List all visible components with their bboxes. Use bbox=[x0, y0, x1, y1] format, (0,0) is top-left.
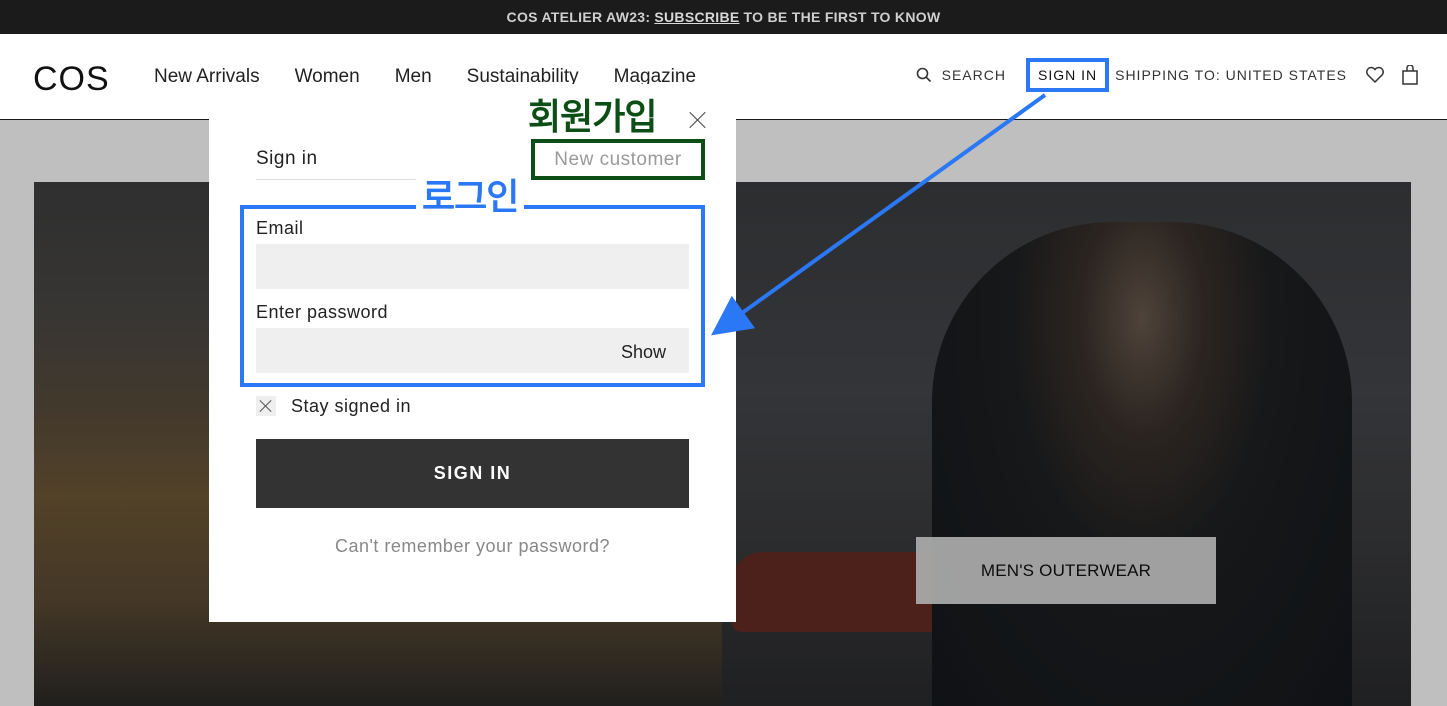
promo-text-after: TO BE THE FIRST TO KNOW bbox=[743, 9, 941, 25]
password-label: Enter password bbox=[256, 302, 389, 322]
signin-submit-button[interactable]: SIGN IN bbox=[256, 439, 689, 508]
close-icon[interactable] bbox=[689, 111, 707, 129]
email-label: Email bbox=[256, 218, 304, 238]
tab-new-customer[interactable]: New customer bbox=[531, 139, 705, 180]
shipping-selector[interactable]: SHIPPING TO: UNITED STATES bbox=[1115, 67, 1347, 83]
stay-signed-in-label[interactable]: Stay signed in bbox=[291, 396, 411, 417]
header-utilities: SEARCH SIGN IN SHIPPING TO: UNITED STATE… bbox=[916, 58, 1419, 92]
password-field[interactable]: Show bbox=[256, 328, 689, 373]
promo-bar: COS ATELIER AW23: SUBSCRIBE TO BE THE FI… bbox=[0, 0, 1447, 34]
annotation-signup-label: 회원가입 bbox=[528, 96, 657, 137]
show-password-toggle[interactable]: Show bbox=[621, 342, 666, 363]
bag-icon[interactable] bbox=[1401, 65, 1419, 85]
forgot-password-link[interactable]: Can't remember your password? bbox=[256, 536, 689, 557]
email-field[interactable] bbox=[256, 244, 689, 289]
promo-subscribe-link[interactable]: SUBSCRIBE bbox=[654, 9, 739, 25]
annotation-login-label: 로그인 bbox=[416, 176, 525, 218]
stay-signed-in-checkbox[interactable] bbox=[256, 396, 276, 416]
heart-icon[interactable] bbox=[1365, 66, 1385, 84]
tab-signin[interactable]: Sign in bbox=[256, 148, 416, 180]
search-button[interactable]: SEARCH bbox=[916, 67, 1006, 83]
promo-text-before: COS ATELIER AW23: bbox=[506, 9, 651, 25]
tab-new-customer-label: New customer bbox=[554, 148, 682, 170]
header-signin-button[interactable]: SIGN IN bbox=[1025, 58, 1110, 92]
search-label: SEARCH bbox=[941, 67, 1006, 83]
search-icon bbox=[916, 67, 931, 83]
cos-logo[interactable]: COS bbox=[33, 60, 110, 99]
